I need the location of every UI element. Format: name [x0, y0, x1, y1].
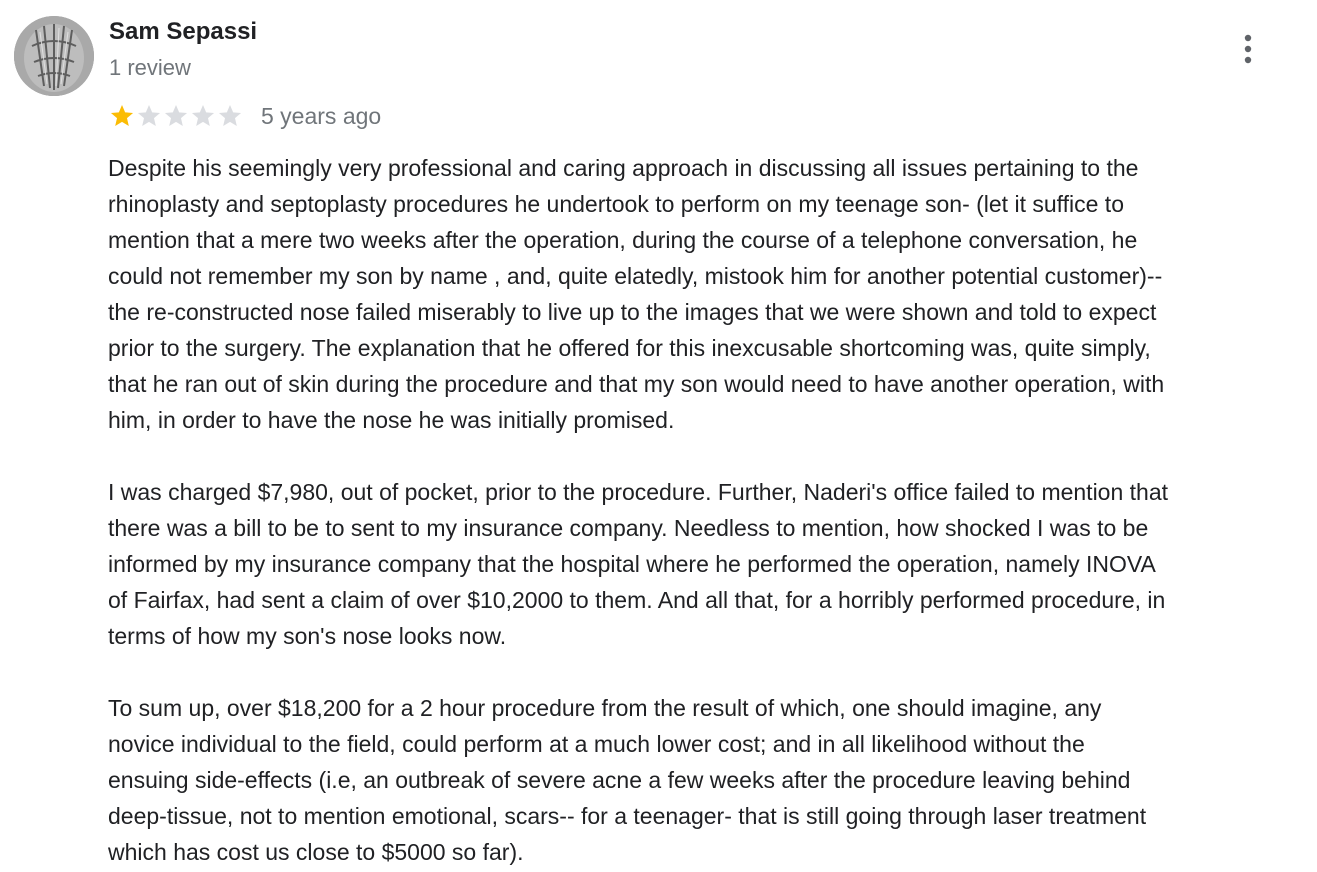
star-empty-icon	[191, 104, 215, 126]
star-empty-icon	[164, 104, 188, 126]
review-card: Sam Sepassi 1 review 5 years ago Despite…	[0, 0, 1317, 872]
more-vert-icon	[1244, 34, 1252, 64]
user-photo-avatar-icon	[14, 16, 94, 96]
more-options-button[interactable]	[1230, 30, 1266, 68]
review-paragraph: I was charged $7,980, out of pocket, pri…	[108, 479, 1169, 649]
star-empty-icon	[218, 104, 242, 126]
review-paragraph: To sum up, over $18,200 for a 2 hour pro…	[108, 695, 1147, 865]
review-paragraph: Despite his seemingly very professional …	[108, 155, 1165, 433]
author-name[interactable]: Sam Sepassi	[109, 18, 257, 46]
author-review-count[interactable]: 1 review	[109, 55, 191, 81]
review-date: 5 years ago	[261, 103, 382, 129]
star-filled-icon	[110, 104, 134, 126]
star-empty-icon	[137, 104, 161, 126]
review-text: Despite his seemingly very professional …	[108, 150, 1313, 870]
author-avatar[interactable]	[14, 16, 94, 96]
rating-row: 5 years ago	[109, 102, 381, 130]
star-rating	[109, 103, 244, 129]
